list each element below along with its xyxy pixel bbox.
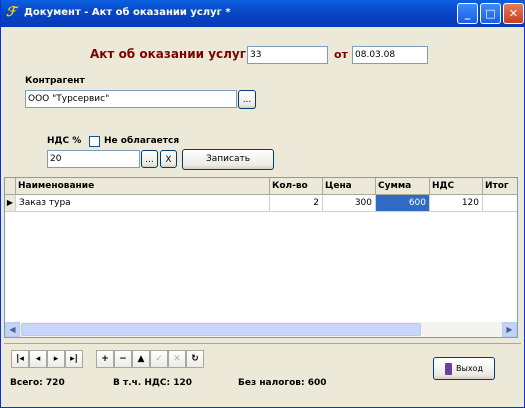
minimize-button[interactable]: _	[457, 3, 478, 24]
vat-exempt-checkbox[interactable]	[89, 136, 100, 147]
minus-icon: −	[119, 354, 127, 364]
nav-cancel-button[interactable]: ✕	[168, 350, 186, 368]
nav-post-button[interactable]: ✓	[150, 350, 168, 368]
document-window: ℱ Документ - Акт об оказании услуг * _ □…	[0, 0, 525, 408]
nav-insert-button[interactable]: +	[96, 350, 114, 368]
nav-next-button[interactable]: ▸	[47, 350, 65, 368]
separator	[4, 343, 521, 344]
check-icon: ✓	[155, 354, 163, 364]
nav-delete-button[interactable]: −	[114, 350, 132, 368]
date-label: от	[334, 48, 348, 61]
grid-indicator-header	[5, 178, 16, 195]
exit-label: Выход	[456, 364, 483, 373]
scroll-left-icon[interactable]: ◀	[5, 322, 20, 337]
contractor-label: Контрагент	[25, 76, 85, 86]
table-row-cell-qty[interactable]: 2	[270, 195, 323, 212]
items-grid[interactable]: Наименование Кол-во Цена Сумма НДС Итог …	[4, 177, 518, 338]
column-header-sum[interactable]: Сумма	[376, 178, 430, 195]
minimize-icon: _	[464, 7, 471, 20]
date-input[interactable]: 08.03.08	[352, 46, 428, 64]
column-header-name[interactable]: Наименование	[16, 178, 270, 195]
close-icon: ✕	[508, 7, 519, 20]
nav-prior-button[interactable]: ◂	[29, 350, 47, 368]
table-row-cell-vat[interactable]: 120	[430, 195, 483, 212]
scroll-right-icon[interactable]: ▶	[502, 322, 517, 337]
horizontal-scrollbar[interactable]: ◀ ▶	[5, 322, 517, 337]
refresh-icon: ↻	[191, 354, 199, 364]
no-tax-label: Без налогов: 600	[238, 378, 327, 388]
column-header-qty[interactable]: Кол-во	[270, 178, 323, 195]
nav-edit-button[interactable]: ▲	[132, 350, 150, 368]
contractor-browse-button[interactable]: ...	[238, 90, 256, 109]
first-icon: |◂	[16, 354, 24, 364]
last-icon: ▸|	[70, 354, 78, 364]
plus-icon: +	[101, 354, 109, 364]
app-icon: ℱ	[6, 5, 17, 20]
column-header-total[interactable]: Итог	[483, 178, 517, 195]
column-header-vat[interactable]: НДС	[430, 178, 483, 195]
column-header-price[interactable]: Цена	[323, 178, 376, 195]
prior-icon: ◂	[35, 354, 41, 364]
contractor-input[interactable]: ООО "Турсервис"	[25, 90, 237, 108]
nav-first-button[interactable]: |◂	[11, 350, 29, 368]
table-row-cell-price[interactable]: 300	[323, 195, 376, 212]
title-bar[interactable]: ℱ Документ - Акт об оказании услуг * _ □…	[1, 0, 525, 27]
next-icon: ▸	[53, 354, 59, 364]
close-button[interactable]: ✕	[503, 3, 524, 24]
total-label: Всего: 720	[10, 378, 65, 388]
vat-clear-button[interactable]: X	[160, 150, 177, 168]
document-number-input[interactable]: 33	[247, 46, 328, 64]
vat-label: НДС %	[47, 136, 82, 146]
vat-exempt-label: Не облагается	[104, 136, 180, 146]
edit-icon: ▲	[137, 354, 145, 364]
vat-rate-input[interactable]: 20	[47, 150, 140, 168]
exit-button[interactable]: Выход	[433, 357, 495, 380]
table-row-cell-total[interactable]	[483, 195, 517, 212]
maximize-button[interactable]: □	[480, 3, 501, 24]
save-button[interactable]: Записать	[182, 149, 274, 170]
maximize-icon: □	[485, 7, 496, 20]
table-row-cell-sum[interactable]: 600	[376, 195, 430, 212]
nav-refresh-button[interactable]: ↻	[186, 350, 204, 368]
nav-last-button[interactable]: ▸|	[65, 350, 83, 368]
scroll-thumb[interactable]	[21, 323, 421, 336]
table-row-cell-name[interactable]: Заказ тура	[16, 195, 270, 212]
row-indicator-icon: ▶	[5, 195, 16, 212]
document-heading: Акт об оказании услуг №	[90, 47, 265, 61]
vat-included-label: В т.ч. НДС: 120	[113, 378, 193, 388]
vat-browse-button[interactable]: ...	[141, 150, 158, 168]
window-title: Документ - Акт об оказании услуг *	[24, 7, 231, 18]
cancel-icon: ✕	[173, 354, 181, 364]
exit-icon	[445, 362, 453, 375]
